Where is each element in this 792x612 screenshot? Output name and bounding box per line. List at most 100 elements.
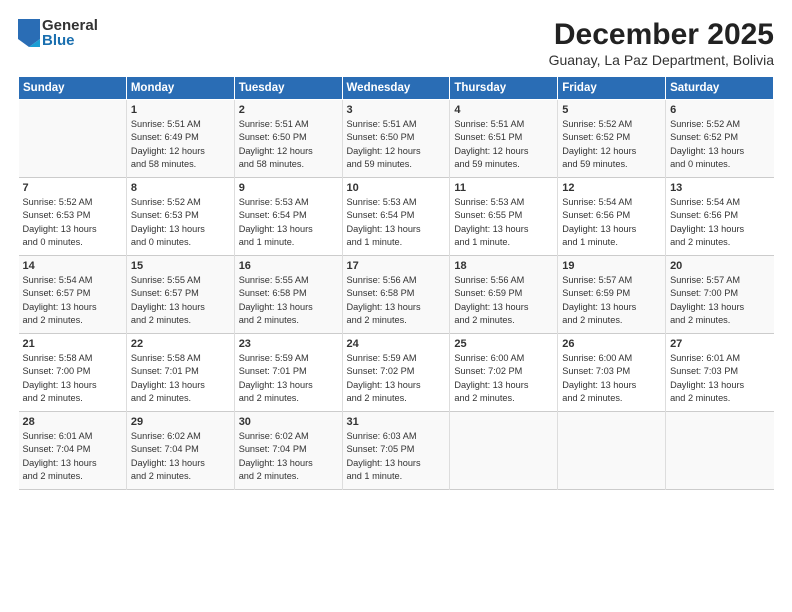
table-row: 8Sunrise: 5:52 AM Sunset: 6:53 PM Daylig…	[126, 178, 234, 256]
day-number: 6	[670, 104, 769, 116]
day-number: 9	[239, 182, 338, 194]
col-sunday: Sunday	[19, 77, 127, 100]
day-info: Sunrise: 6:01 AM Sunset: 7:04 PM Dayligh…	[23, 430, 122, 483]
col-saturday: Saturday	[666, 77, 774, 100]
day-info: Sunrise: 5:57 AM Sunset: 7:00 PM Dayligh…	[670, 274, 769, 327]
day-number: 22	[131, 338, 230, 350]
day-number: 1	[131, 104, 230, 116]
table-row: 14 Sunrise: 5:54 AM Sunset: 6:57 PM Dayli…	[19, 256, 127, 334]
calendar-table: Sunday Monday Tuesday Wednesday Thursday…	[18, 76, 774, 490]
day-info: Sunrise: 6:03 AM Sunset: 7:05 PM Dayligh…	[347, 430, 446, 483]
day-info: Sunrise: 5:55 AM Sunset: 6:58 PM Dayligh…	[239, 274, 338, 327]
table-row: 20 Sunrise: 5:57 AM Sunset: 7:00 PM Dayli…	[666, 256, 774, 334]
title-block: December 2025 Guanay, La Paz Department,…	[549, 18, 774, 68]
col-thursday: Thursday	[450, 77, 558, 100]
day-number: 28	[23, 416, 122, 428]
day-number: 10	[347, 182, 446, 194]
table-row: 7Sunrise: 5:52 AM Sunset: 6:53 PM Daylig…	[19, 178, 127, 256]
day-info: Sunrise: 5:59 AM Sunset: 7:02 PM Dayligh…	[347, 352, 446, 405]
day-number: 4	[454, 104, 553, 116]
day-info: Sunrise: 6:02 AM Sunset: 7:04 PM Dayligh…	[239, 430, 338, 483]
col-monday: Monday	[126, 77, 234, 100]
day-number: 20	[670, 260, 769, 272]
day-info: Sunrise: 5:58 AM Sunset: 7:00 PM Dayligh…	[23, 352, 122, 405]
col-wednesday: Wednesday	[342, 77, 450, 100]
table-row	[666, 412, 774, 490]
day-info: Sunrise: 5:52 AM Sunset: 6:52 PM Dayligh…	[670, 118, 769, 171]
location-title: Guanay, La Paz Department, Bolivia	[549, 52, 774, 68]
table-row: 13Sunrise: 5:54 AM Sunset: 6:56 PM Dayli…	[666, 178, 774, 256]
table-row: 1 Sunrise: 5:51 AM Sunset: 6:49 PM Daylig…	[126, 100, 234, 178]
table-row: 31Sunrise: 6:03 AM Sunset: 7:05 PM Dayli…	[342, 412, 450, 490]
day-number: 27	[670, 338, 769, 350]
day-number: 29	[131, 416, 230, 428]
day-number: 12	[562, 182, 661, 194]
table-row: 9 Sunrise: 5:53 AM Sunset: 6:54 PM Daylig…	[234, 178, 342, 256]
table-row: 19Sunrise: 5:57 AM Sunset: 6:59 PM Dayli…	[558, 256, 666, 334]
table-row: 4Sunrise: 5:51 AM Sunset: 6:51 PM Daylig…	[450, 100, 558, 178]
day-info: Sunrise: 5:52 AM Sunset: 6:53 PM Dayligh…	[131, 196, 230, 249]
day-number: 26	[562, 338, 661, 350]
day-info: Sunrise: 5:55 AM Sunset: 6:57 PM Dayligh…	[131, 274, 230, 327]
day-info: Sunrise: 5:56 AM Sunset: 6:59 PM Dayligh…	[454, 274, 553, 327]
table-row: 22 Sunrise: 5:58 AM Sunset: 7:01 PM Dayli…	[126, 334, 234, 412]
day-info: Sunrise: 5:53 AM Sunset: 6:54 PM Dayligh…	[239, 196, 338, 249]
table-row	[450, 412, 558, 490]
day-info: Sunrise: 5:54 AM Sunset: 6:57 PM Dayligh…	[23, 274, 122, 327]
table-row: 15 Sunrise: 5:55 AM Sunset: 6:57 PM Dayli…	[126, 256, 234, 334]
calendar-header: Sunday Monday Tuesday Wednesday Thursday…	[19, 77, 774, 100]
page: General Blue December 2025 Guanay, La Pa…	[0, 0, 792, 612]
day-info: Sunrise: 6:01 AM Sunset: 7:03 PM Dayligh…	[670, 352, 769, 405]
table-row	[19, 100, 127, 178]
day-info: Sunrise: 6:00 AM Sunset: 7:02 PM Dayligh…	[454, 352, 553, 405]
table-row: 6 Sunrise: 5:52 AM Sunset: 6:52 PM Daylig…	[666, 100, 774, 178]
day-info: Sunrise: 5:58 AM Sunset: 7:01 PM Dayligh…	[131, 352, 230, 405]
table-row: 30Sunrise: 6:02 AM Sunset: 7:04 PM Dayli…	[234, 412, 342, 490]
logo-general: General	[42, 18, 98, 33]
day-number: 2	[239, 104, 338, 116]
day-number: 14	[23, 260, 122, 272]
day-number: 11	[454, 182, 553, 194]
day-number: 5	[562, 104, 661, 116]
day-number: 3	[347, 104, 446, 116]
day-number: 7	[23, 182, 122, 194]
day-number: 21	[23, 338, 122, 350]
day-info: Sunrise: 5:53 AM Sunset: 6:55 PM Dayligh…	[454, 196, 553, 249]
col-friday: Friday	[558, 77, 666, 100]
logo: General Blue	[18, 18, 98, 48]
day-number: 16	[239, 260, 338, 272]
day-info: Sunrise: 5:53 AM Sunset: 6:54 PM Dayligh…	[347, 196, 446, 249]
table-row: 21 Sunrise: 5:58 AM Sunset: 7:00 PM Dayli…	[19, 334, 127, 412]
calendar-week-row: 14 Sunrise: 5:54 AM Sunset: 6:57 PM Dayli…	[19, 256, 774, 334]
day-number: 23	[239, 338, 338, 350]
day-info: Sunrise: 5:56 AM Sunset: 6:58 PM Dayligh…	[347, 274, 446, 327]
calendar-week-row: 21 Sunrise: 5:58 AM Sunset: 7:00 PM Dayli…	[19, 334, 774, 412]
calendar-body: 1 Sunrise: 5:51 AM Sunset: 6:49 PM Daylig…	[19, 100, 774, 490]
table-row: 25Sunrise: 6:00 AM Sunset: 7:02 PM Dayli…	[450, 334, 558, 412]
header-row: Sunday Monday Tuesday Wednesday Thursday…	[19, 77, 774, 100]
day-info: Sunrise: 5:51 AM Sunset: 6:49 PM Dayligh…	[131, 118, 230, 171]
table-row: 26Sunrise: 6:00 AM Sunset: 7:03 PM Dayli…	[558, 334, 666, 412]
table-row: 28 Sunrise: 6:01 AM Sunset: 7:04 PM Dayli…	[19, 412, 127, 490]
day-info: Sunrise: 5:52 AM Sunset: 6:52 PM Dayligh…	[562, 118, 661, 171]
calendar-week-row: 28 Sunrise: 6:01 AM Sunset: 7:04 PM Dayli…	[19, 412, 774, 490]
day-number: 15	[131, 260, 230, 272]
day-info: Sunrise: 5:54 AM Sunset: 6:56 PM Dayligh…	[562, 196, 661, 249]
col-tuesday: Tuesday	[234, 77, 342, 100]
day-info: Sunrise: 6:02 AM Sunset: 7:04 PM Dayligh…	[131, 430, 230, 483]
day-number: 17	[347, 260, 446, 272]
day-number: 13	[670, 182, 769, 194]
table-row: 2Sunrise: 5:51 AM Sunset: 6:50 PM Daylig…	[234, 100, 342, 178]
day-info: Sunrise: 5:51 AM Sunset: 6:50 PM Dayligh…	[347, 118, 446, 171]
table-row: 12 Sunrise: 5:54 AM Sunset: 6:56 PM Dayli…	[558, 178, 666, 256]
calendar-week-row: 1 Sunrise: 5:51 AM Sunset: 6:49 PM Daylig…	[19, 100, 774, 178]
day-info: Sunrise: 5:57 AM Sunset: 6:59 PM Dayligh…	[562, 274, 661, 327]
table-row: 29 Sunrise: 6:02 AM Sunset: 7:04 PM Dayli…	[126, 412, 234, 490]
table-row: 17 Sunrise: 5:56 AM Sunset: 6:58 PM Dayli…	[342, 256, 450, 334]
table-row: 5 Sunrise: 5:52 AM Sunset: 6:52 PM Daylig…	[558, 100, 666, 178]
day-number: 18	[454, 260, 553, 272]
table-row: 16 Sunrise: 5:55 AM Sunset: 6:58 PM Dayli…	[234, 256, 342, 334]
table-row: 18 Sunrise: 5:56 AM Sunset: 6:59 PM Dayli…	[450, 256, 558, 334]
logo-blue: Blue	[42, 33, 98, 48]
table-row: 3 Sunrise: 5:51 AM Sunset: 6:50 PM Daylig…	[342, 100, 450, 178]
